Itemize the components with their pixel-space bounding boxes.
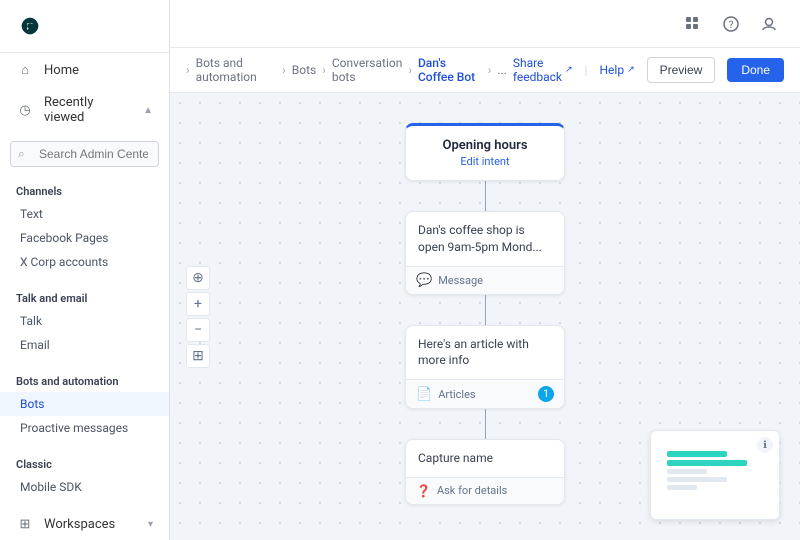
minimap-bar-4	[667, 477, 727, 482]
channels-section-label: Channels	[0, 175, 169, 202]
grid-icon	[685, 16, 701, 32]
sidebar-home-label: Home	[44, 63, 153, 78]
breadcrumb-actions: Share feedback ↗ | Help ↗ Preview Done	[513, 56, 784, 84]
help-icon-button[interactable]: ?	[716, 9, 746, 39]
capture-name-text: Capture name	[406, 440, 564, 477]
help-label: Help	[599, 63, 624, 77]
sidebar-item-recently-viewed[interactable]: ◷ Recently viewed ▲	[0, 87, 169, 133]
breadcrumb-dans-coffee-bot[interactable]: Dan's Coffee Bot	[418, 56, 482, 84]
workspaces-icon: ⊞	[16, 515, 34, 533]
help-icon: ?	[723, 16, 739, 32]
grid-icon-button[interactable]	[678, 9, 708, 39]
share-feedback-link[interactable]: Share feedback ↗	[513, 56, 573, 84]
main-content: ? › Bots and automation › Bots › Convers…	[170, 0, 800, 540]
articles-icon: 📄	[416, 387, 432, 402]
move-button[interactable]: ⊞	[186, 344, 210, 368]
minimap-bar-1	[667, 451, 727, 457]
minimap-bars	[659, 451, 771, 490]
zoom-out-button[interactable]: −	[186, 318, 210, 342]
bot-flow-canvas[interactable]: ⊕ + − ⊞ Opening hours Edit intent Dan's …	[170, 93, 800, 540]
message-node-2[interactable]: Here's an article with more info 📄 Artic…	[405, 325, 565, 410]
canvas-zoom-controls: ⊕ + − ⊞	[186, 266, 210, 368]
capture-name-footer: ❓ Ask for details	[406, 477, 564, 504]
chevron-up-icon: ▲	[143, 105, 153, 116]
sidebar-search-container: ⌕	[0, 133, 169, 175]
zendesk-logo-icon	[16, 12, 44, 40]
preview-button[interactable]: Preview	[647, 57, 716, 83]
breadcrumb-sep-1: ›	[282, 63, 286, 77]
user-icon	[761, 16, 777, 32]
message-icon-1: 💬	[416, 273, 432, 288]
user-icon-button[interactable]	[754, 9, 784, 39]
share-feedback-label: Share feedback	[513, 56, 562, 84]
connector-3	[485, 409, 486, 439]
bots-automation-section-label: Bots and automation	[0, 365, 169, 392]
zoom-in-button[interactable]: +	[186, 292, 210, 316]
articles-badge: 1	[538, 386, 554, 402]
sidebar-logo	[0, 0, 169, 53]
chevron-down-icon: ▾	[148, 519, 153, 530]
sidebar-item-home[interactable]: ⌂ Home	[0, 53, 169, 87]
message-label-1: Message	[438, 274, 483, 287]
opening-hours-node[interactable]: Opening hours Edit intent	[405, 123, 565, 181]
breadcrumb-bots[interactable]: Bots	[292, 63, 316, 77]
message-footer-1: 💬 Message	[406, 266, 564, 294]
talk-email-section-label: Talk and email	[0, 282, 169, 309]
sidebar: ⌂ Home ◷ Recently viewed ▲ ⌕ Channels Te…	[0, 0, 170, 540]
workspaces-label: Workspaces	[44, 517, 138, 532]
breadcrumb-sep-4: ›	[488, 63, 492, 77]
home-icon: ⌂	[16, 61, 34, 79]
help-link[interactable]: Help ↗	[599, 63, 634, 77]
header-icons: ?	[678, 9, 784, 39]
sidebar-item-bots[interactable]: Bots	[0, 392, 169, 416]
ask-details-icon: ❓	[416, 484, 431, 498]
classic-section-label: Classic	[0, 448, 169, 475]
connector-1	[485, 181, 486, 211]
message-text-2: Here's an article with more info	[406, 326, 564, 380]
separator-1: |	[585, 63, 588, 77]
breadcrumb-arrow: ›	[186, 63, 190, 77]
minimap-info-icon[interactable]: ℹ	[757, 437, 773, 453]
sidebar-item-x-corp-accounts[interactable]: X Corp accounts	[0, 250, 169, 274]
top-header: ?	[170, 0, 800, 48]
message-label-2: Articles	[438, 388, 475, 401]
message-footer-2: 📄 Articles 1	[406, 379, 564, 408]
external-link-icon: ↗	[565, 65, 573, 75]
opening-hours-title: Opening hours	[420, 138, 550, 153]
minimap-bar-2	[667, 460, 747, 466]
zoom-fit-button[interactable]: ⊕	[186, 266, 210, 290]
breadcrumb-conversation-bots[interactable]: Conversation bots	[332, 56, 402, 84]
help-external-icon: ↗	[627, 65, 635, 75]
minimap-bar-5	[667, 485, 697, 490]
sidebar-item-mobile-sdk[interactable]: Mobile SDK	[0, 475, 169, 499]
breadcrumb-sep-3: ›	[408, 63, 412, 77]
sidebar-item-talk[interactable]: Talk	[0, 309, 169, 333]
search-icon: ⌕	[18, 147, 25, 162]
breadcrumb-bots-automation[interactable]: Bots and automation	[196, 56, 277, 84]
capture-name-label: Ask for details	[437, 484, 507, 497]
sidebar-item-workspaces[interactable]: ⊞ Workspaces ▾	[0, 507, 169, 540]
breadcrumb-more[interactable]: ...	[497, 63, 507, 77]
message-text-1: Dan's coffee shop is open 9am-5pm Mond..…	[406, 212, 564, 266]
breadcrumb-sep-2: ›	[322, 63, 326, 77]
minimap-bar-3	[667, 469, 707, 474]
message-node-1[interactable]: Dan's coffee shop is open 9am-5pm Mond..…	[405, 211, 565, 295]
sidebar-recently-viewed-label: Recently viewed	[44, 95, 133, 125]
sidebar-item-facebook-pages[interactable]: Facebook Pages	[0, 226, 169, 250]
capture-name-node[interactable]: Capture name ❓ Ask for details	[405, 439, 565, 505]
sidebar-item-email[interactable]: Email	[0, 333, 169, 357]
search-input[interactable]	[10, 141, 159, 167]
svg-text:?: ?	[729, 20, 734, 31]
breadcrumb-bar: › Bots and automation › Bots › Conversat…	[170, 48, 800, 93]
clock-icon: ◷	[16, 101, 34, 119]
sidebar-item-proactive-messages[interactable]: Proactive messages	[0, 416, 169, 440]
connector-2	[485, 295, 486, 325]
sidebar-item-text[interactable]: Text	[0, 202, 169, 226]
minimap: ℹ	[650, 430, 780, 520]
edit-intent-link[interactable]: Edit intent	[420, 155, 550, 168]
done-button[interactable]: Done	[727, 58, 784, 82]
